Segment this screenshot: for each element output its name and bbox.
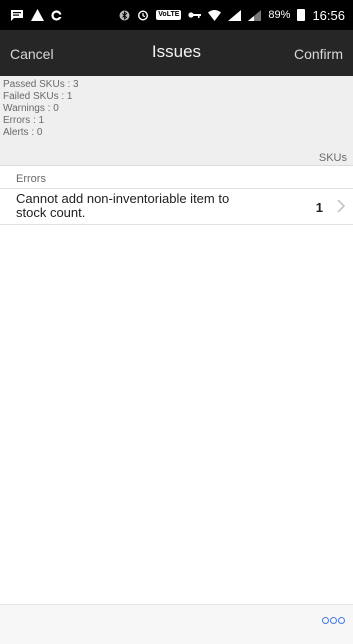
message-icon [10, 9, 24, 21]
skus-column-label: SKUs [318, 152, 347, 164]
issue-message: Cannot add non-inventoriable item to sto… [16, 191, 230, 220]
issue-row[interactable]: Cannot add non-inventoriable item to sto… [0, 189, 353, 225]
sync-icon [51, 9, 62, 21]
status-left [10, 9, 62, 21]
alarm-icon [137, 9, 149, 21]
bottom-toolbar [0, 604, 353, 644]
column-header: SKUs [0, 152, 353, 166]
battery-percent: 89% [268, 9, 291, 21]
signal-icon-2 [248, 9, 262, 21]
section-header-errors: Errors [0, 167, 353, 189]
passed-skus-count: Passed SKUs : 3 [3, 79, 79, 90]
clock: 16:56 [312, 7, 345, 23]
vpn-key-icon [188, 11, 202, 19]
issue-sku-count: 1 [315, 200, 323, 215]
failed-skus-count: Failed SKUs : 1 [3, 91, 73, 102]
battery-icon [297, 9, 306, 21]
chevron-right-icon [337, 199, 346, 218]
bluetooth-icon [119, 10, 130, 21]
signal-icon [228, 9, 242, 21]
confirm-button[interactable]: Confirm [294, 46, 343, 62]
wifi-icon [208, 9, 222, 21]
volte-icon: VoLTE [156, 10, 182, 20]
section-title: Errors [16, 173, 46, 185]
more-options-icon[interactable] [322, 617, 345, 624]
errors-count: Errors : 1 [3, 115, 45, 126]
nav-bar: Cancel Issues Confirm [0, 30, 353, 76]
status-right: VoLTE 89% 16:56 [119, 8, 345, 23]
warnings-count: Warnings : 0 [3, 103, 59, 114]
status-bar: VoLTE 89% 16:56 [0, 0, 353, 30]
alerts-count: Alerts : 0 [3, 127, 43, 138]
warning-icon [31, 9, 44, 21]
